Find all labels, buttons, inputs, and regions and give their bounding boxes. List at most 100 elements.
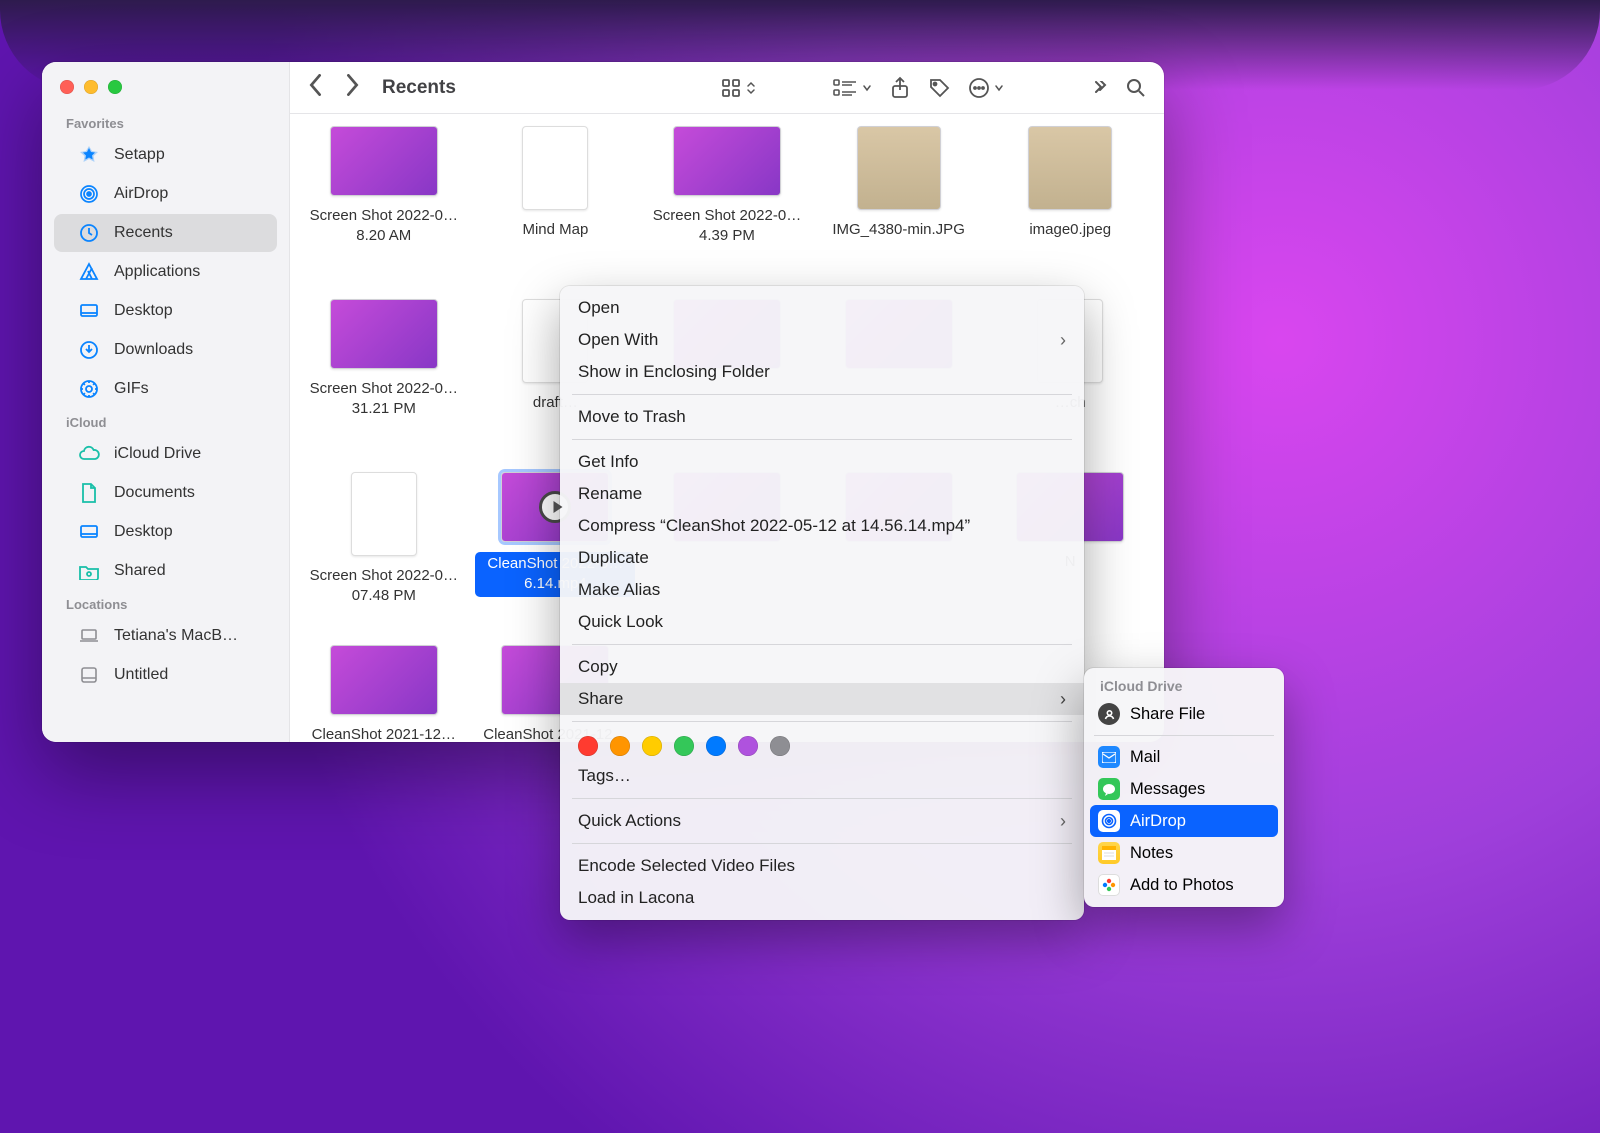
sidebar-item-downloads[interactable]: Downloads <box>54 331 277 369</box>
tag-color-dot[interactable] <box>706 736 726 756</box>
file-item[interactable]: Screen Shot 2022-0…31.21 PM <box>302 297 466 462</box>
maximize-button[interactable] <box>108 80 122 94</box>
file-thumbnail <box>522 126 588 210</box>
icloud-icon <box>78 443 100 465</box>
context-item-open-with[interactable]: Open With› <box>560 324 1084 356</box>
tag-color-dot[interactable] <box>642 736 662 756</box>
context-item-label: Open With <box>578 330 658 350</box>
documents-icon <box>78 482 100 504</box>
sidebar-item-label: Recents <box>114 224 173 242</box>
tag-color-dot[interactable] <box>770 736 790 756</box>
context-item-label: Compress “CleanShot 2022-05-12 at 14.56.… <box>578 516 970 536</box>
context-item-load-in-lacona[interactable]: Load in Lacona <box>560 882 1084 914</box>
context-item-share[interactable]: Share› <box>560 683 1084 715</box>
context-item-get-info[interactable]: Get Info <box>560 446 1084 478</box>
more-button[interactable] <box>968 77 1004 99</box>
context-item-open[interactable]: Open <box>560 292 1084 324</box>
sidebar-heading: iCloud <box>42 409 289 434</box>
sidebar-item-desktop[interactable]: Desktop <box>54 292 277 330</box>
sidebar-item-tetiana-s-macb-[interactable]: Tetiana's MacB… <box>54 617 277 655</box>
file-name: IMG_4380-min.JPG <box>832 220 965 240</box>
share-submenu: iCloud Drive Share File MailMessagesAirD… <box>1084 668 1284 907</box>
file-thumbnail <box>330 645 438 715</box>
context-item-make-alias[interactable]: Make Alias <box>560 574 1084 606</box>
context-item-show-in-enclosing-folder[interactable]: Show in Enclosing Folder <box>560 356 1084 388</box>
tag-color-dot[interactable] <box>674 736 694 756</box>
forward-button[interactable] <box>345 74 360 101</box>
minimize-button[interactable] <box>84 80 98 94</box>
share-file-icon <box>1098 703 1120 725</box>
mail-app-icon <box>1098 746 1120 768</box>
sidebar-item-airdrop[interactable]: AirDrop <box>54 175 277 213</box>
share-item-airdrop[interactable]: AirDrop <box>1090 805 1278 837</box>
sidebar-item-icloud-drive[interactable]: iCloud Drive <box>54 435 277 473</box>
file-name: Screen Shot 2022-0…31.21 PM <box>304 379 464 420</box>
search-button[interactable] <box>1126 78 1146 98</box>
sidebar-item-shared[interactable]: Shared <box>54 552 277 590</box>
file-item[interactable]: Screen Shot 2022-0…07.48 PM <box>302 470 466 635</box>
sidebar-item-label: Downloads <box>114 341 193 359</box>
context-item-copy[interactable]: Copy <box>560 651 1084 683</box>
close-button[interactable] <box>60 80 74 94</box>
context-item-quick-look[interactable]: Quick Look <box>560 606 1084 638</box>
share-item-mail[interactable]: Mail <box>1090 741 1278 773</box>
back-button[interactable] <box>308 74 323 101</box>
share-item-add-to-photos[interactable]: Add to Photos <box>1090 869 1278 901</box>
context-item-label: Rename <box>578 484 642 504</box>
file-item[interactable]: image0.jpeg <box>988 124 1152 289</box>
airdrop-app-icon <box>1098 810 1120 832</box>
context-item-label: Get Info <box>578 452 638 472</box>
share-item-label: Notes <box>1130 844 1173 863</box>
overflow-button[interactable] <box>1090 81 1108 95</box>
view-icons-button[interactable] <box>720 77 756 99</box>
file-name: Mind Map <box>522 220 588 240</box>
tags-button[interactable] <box>928 77 950 99</box>
file-item[interactable]: Screen Shot 2022-0…8.20 AM <box>302 124 466 289</box>
shared-icon <box>78 560 100 582</box>
context-item-label: Open <box>578 298 620 318</box>
sidebar-item-gifs[interactable]: GIFs <box>54 370 277 408</box>
sidebar-item-applications[interactable]: Applications <box>54 253 277 291</box>
context-item-tags-[interactable]: Tags… <box>560 760 1084 792</box>
sidebar-item-label: GIFs <box>114 380 149 398</box>
file-item[interactable]: IMG_4380-min.JPG <box>817 124 981 289</box>
window-controls <box>42 72 289 110</box>
sidebar-item-label: Desktop <box>114 523 173 541</box>
share-item-messages[interactable]: Messages <box>1090 773 1278 805</box>
tag-color-dot[interactable] <box>738 736 758 756</box>
desktop-icon <box>78 300 100 322</box>
share-submenu-sharefile[interactable]: Share File <box>1090 698 1278 730</box>
context-item-label: Load in Lacona <box>578 888 694 908</box>
context-item-label: Show in Enclosing Folder <box>578 362 770 382</box>
sidebar-item-untitled[interactable]: Untitled <box>54 656 277 694</box>
tag-color-dot[interactable] <box>610 736 630 756</box>
file-item[interactable]: CleanShot 2021-12…opy.mp4 <box>302 643 466 742</box>
share-item-notes[interactable]: Notes <box>1090 837 1278 869</box>
file-thumbnail <box>857 126 941 210</box>
sidebar-item-label: Desktop <box>114 302 173 320</box>
downloads-icon <box>78 339 100 361</box>
context-item-encode-selected-video-files[interactable]: Encode Selected Video Files <box>560 850 1084 882</box>
share-submenu-item-label: Share File <box>1130 705 1205 724</box>
sidebar-item-recents[interactable]: Recents <box>54 214 277 252</box>
file-item[interactable]: Screen Shot 2022-0…4.39 PM <box>645 124 809 289</box>
sidebar-item-desktop[interactable]: Desktop <box>54 513 277 551</box>
sidebar-item-documents[interactable]: Documents <box>54 474 277 512</box>
file-thumbnail <box>330 126 438 196</box>
context-item-move-to-trash[interactable]: Move to Trash <box>560 401 1084 433</box>
sidebar-item-label: iCloud Drive <box>114 445 201 463</box>
file-name: image0.jpeg <box>1029 220 1111 240</box>
share-button[interactable] <box>890 76 910 100</box>
share-submenu-heading: iCloud Drive <box>1090 674 1278 698</box>
context-item-duplicate[interactable]: Duplicate <box>560 542 1084 574</box>
sidebar-item-setapp[interactable]: Setapp <box>54 136 277 174</box>
context-item-rename[interactable]: Rename <box>560 478 1084 510</box>
desktop-icon <box>78 521 100 543</box>
context-item-compress-cleanshot-at-mp-[interactable]: Compress “CleanShot 2022-05-12 at 14.56.… <box>560 510 1084 542</box>
chevron-right-icon: › <box>1060 689 1066 710</box>
group-button[interactable] <box>832 78 872 98</box>
context-item-quick-actions[interactable]: Quick Actions› <box>560 805 1084 837</box>
tag-color-dot[interactable] <box>578 736 598 756</box>
photos-app-icon <box>1098 874 1120 896</box>
file-item[interactable]: Mind Map <box>474 124 638 289</box>
